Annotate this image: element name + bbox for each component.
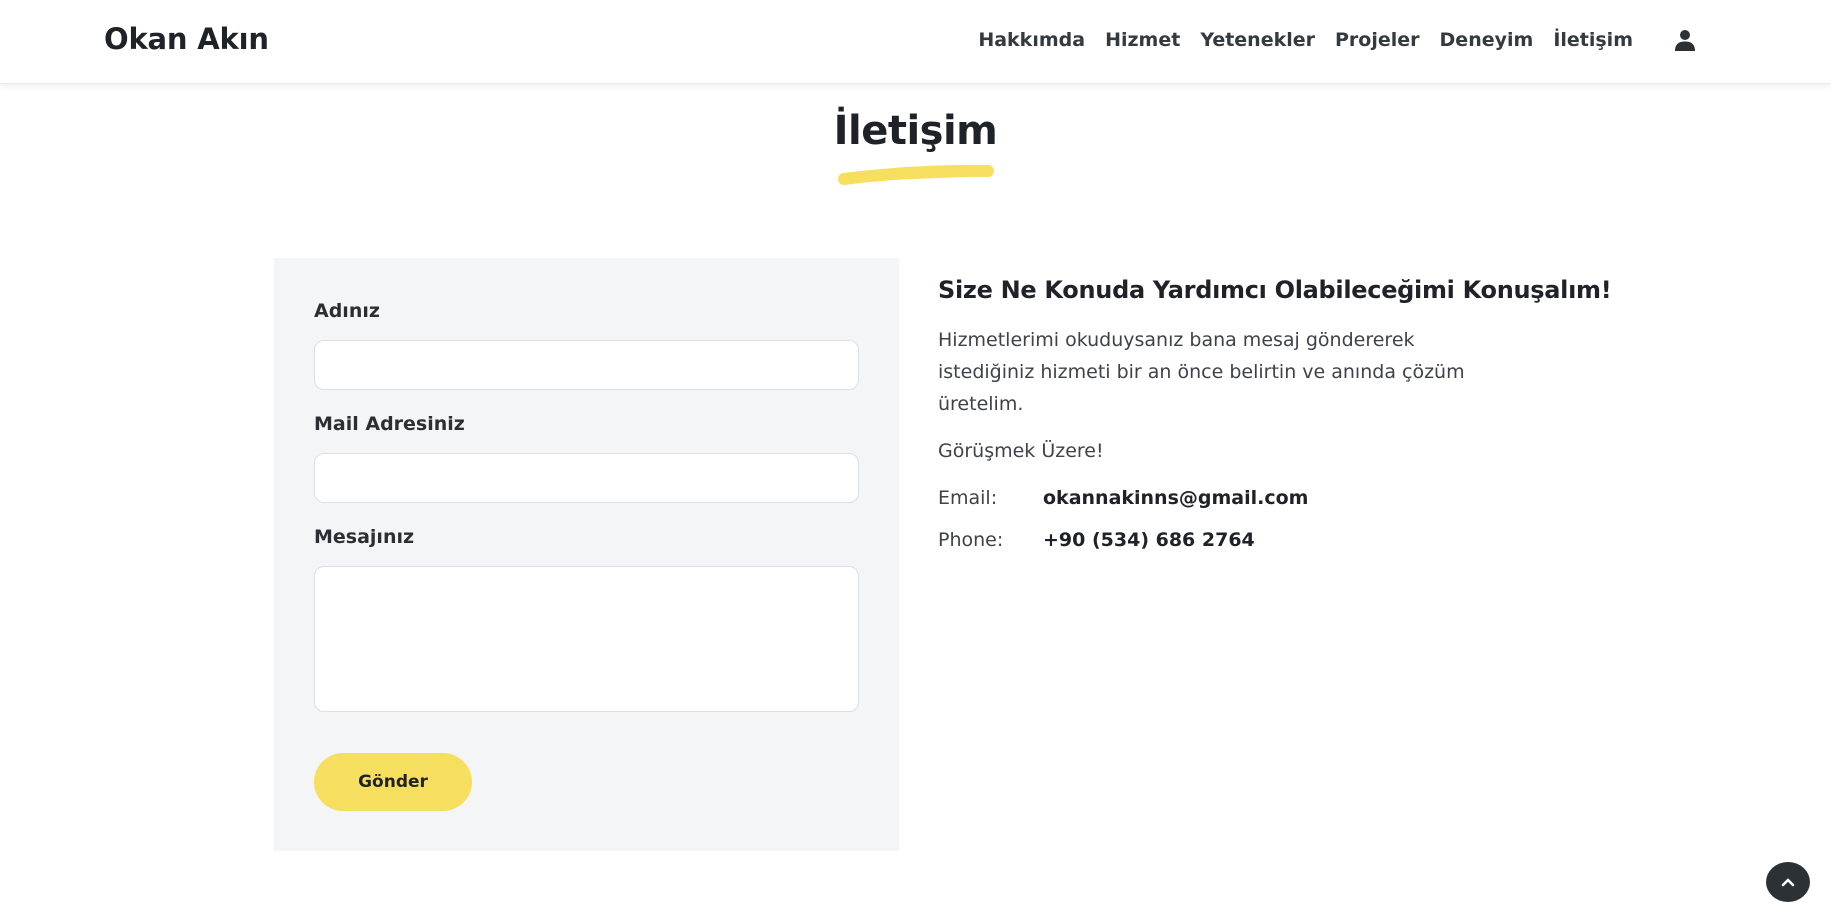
send-button[interactable]: Gönder [314,753,472,811]
phone-row: Phone: +90 (534) 686 2764 [938,528,1558,552]
email-key: Email: [938,487,998,509]
nav-link-deneyim[interactable]: Deneyim [1440,29,1534,51]
nav-menu: Hakkımda Hizmet Yetenekler Projeler Dene… [978,29,1633,51]
email-row: Email: okannakinns@gmail.com [938,486,1558,510]
nav-link-hizmet[interactable]: Hizmet [1105,29,1180,51]
email-link[interactable]: okannakinns@gmail.com [1043,486,1308,510]
email-label: Mail Adresiniz [314,413,465,435]
info-paragraph: Hizmetlerimi okuduysanız bana mesaj gönd… [938,329,1465,415]
nav-link-projeler[interactable]: Projeler [1335,29,1420,51]
brand-logo[interactable]: Okan Akın [104,22,269,56]
nav-link-hakkimda[interactable]: Hakkımda [978,29,1085,51]
navbar: Okan Akın Hakkımda Hizmet Yetenekler Pro… [0,0,1831,84]
nav-link-iletisim[interactable]: İletişim [1553,29,1633,51]
message-label: Mesajınız [314,526,415,548]
contact-form: Adınız Mail Adresiniz Mesajınız Gönder [274,258,899,851]
chevron-up-icon [1781,878,1795,887]
info-greeting: Görüşmek Üzere! [938,440,1104,462]
user-icon[interactable] [1673,28,1697,52]
nav-link-yetenekler[interactable]: Yetenekler [1200,29,1315,51]
email-input[interactable] [314,453,859,503]
name-label: Adınız [314,300,380,322]
info-heading: Size Ne Konuda Yardımcı Olabileceğimi Ko… [938,276,1612,304]
section-title: İletişim [833,108,998,154]
phone-link[interactable]: +90 (534) 686 2764 [1043,528,1255,552]
name-input[interactable] [314,340,859,390]
back-to-top-button[interactable] [1766,862,1810,902]
message-textarea[interactable] [314,566,859,712]
title-underline-decoration [838,164,994,185]
contact-info: Size Ne Konuda Yardımcı Olabileceğimi Ko… [938,276,1612,552]
phone-key: Phone: [938,529,1004,551]
